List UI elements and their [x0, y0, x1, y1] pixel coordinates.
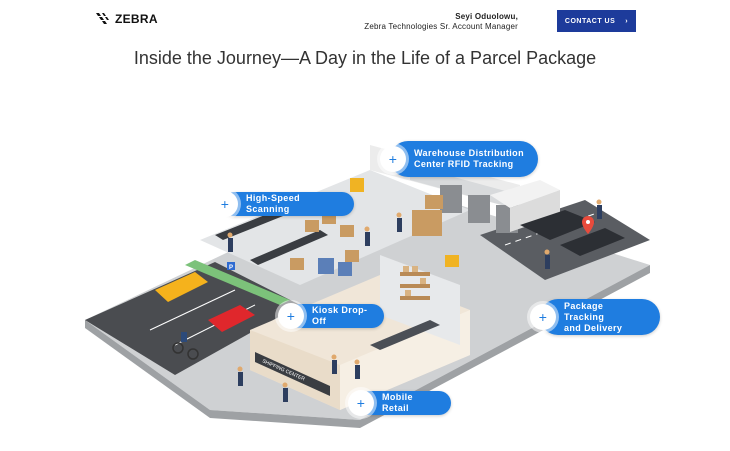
hotspot-warehouse-rfid[interactable]: + Warehouse Distribution Center RFID Tra… — [380, 141, 538, 177]
parking-sign: P — [229, 265, 233, 271]
hotspot-kiosk-drop-off[interactable]: + Kiosk Drop-Off — [278, 303, 384, 329]
hotspot-tracking-label: Package Tracking and Delivery — [556, 301, 660, 334]
plus-icon: + — [278, 303, 304, 329]
hotspot-tracking-line2: and Delivery — [564, 322, 623, 333]
hotspot-scanning-label: High-Speed Scanning — [246, 193, 301, 214]
plus-icon: + — [212, 191, 238, 217]
parcel-journey-illustration: SHIPPING CENTER P — [85, 145, 650, 428]
hotspot-warehouse-label: Warehouse Distribution Center RFID Track… — [406, 148, 538, 170]
hotspot-retail-label: Mobile Retail — [382, 392, 413, 413]
plus-icon: + — [380, 146, 406, 172]
hotspot-package-tracking[interactable]: + Package Tracking and Delivery — [530, 299, 660, 335]
hotspot-warehouse-line2: Center RFID Tracking — [414, 159, 514, 169]
plus-icon: + — [530, 304, 556, 330]
hotspot-warehouse-line1: Warehouse Distribution — [414, 148, 524, 158]
hotspot-high-speed-scanning[interactable]: + High-Speed Scanning — [212, 191, 354, 217]
hotspot-kiosk-label: Kiosk Drop-Off — [312, 305, 368, 326]
hotspot-mobile-retail[interactable]: + Mobile Retail — [348, 390, 451, 416]
plus-icon: + — [348, 390, 374, 416]
hotspot-tracking-line1: Package Tracking — [564, 300, 605, 322]
